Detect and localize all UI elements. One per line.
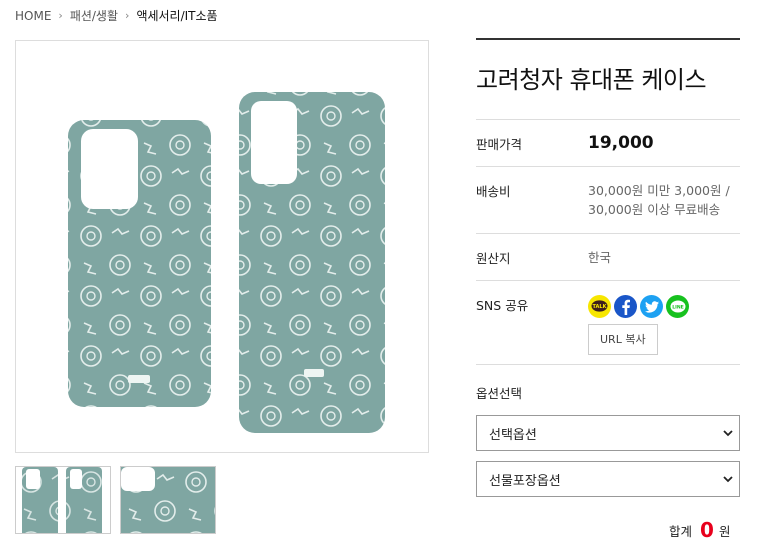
breadcrumb-separator: ›	[58, 9, 63, 22]
gift-wrap-select-value: 선물포장옵션	[489, 473, 561, 489]
option-section-title: 옵션선택	[476, 386, 523, 401]
line-icon-text: LINE	[672, 304, 684, 310]
breadcrumb-home[interactable]: HOME	[15, 9, 51, 23]
shipping-value: 30,000원 미만 3,000원 / 30,000원 이상 무료배송	[588, 181, 740, 233]
product-info-panel: 고려청자 휴대폰 케이스 판매가격 19,000 배송비 30,000원 미만 …	[476, 38, 740, 497]
product-title: 고려청자 휴대폰 케이스	[476, 40, 740, 120]
gift-wrap-select[interactable]: 선물포장옵션	[476, 461, 740, 497]
thumbnail-1[interactable]	[15, 466, 111, 534]
shipping-line-1: 30,000원 미만 3,000원 /	[588, 183, 730, 198]
origin-label: 원산지	[476, 250, 511, 266]
sns-share: TALK LINE URL 복사	[588, 295, 740, 364]
chevron-down-icon	[723, 426, 733, 440]
origin-value: 한국	[588, 249, 612, 265]
option-select-value: 선택옵션	[489, 427, 537, 443]
price-value: 19,000	[588, 132, 654, 153]
sns-icon-group: TALK LINE	[588, 295, 740, 318]
total-label: 합계	[669, 523, 693, 539]
shipping-row: 배송비 30,000원 미만 3,000원 / 30,000원 이상 무료배송	[476, 167, 740, 234]
shipping-label: 배송비	[476, 184, 511, 199]
kakaotalk-icon[interactable]: TALK	[588, 295, 611, 318]
breadcrumb-subcategory[interactable]: 액세서리/IT소품	[136, 7, 217, 24]
total-unit: 원	[718, 523, 731, 539]
breadcrumb-category[interactable]: 패션/생활	[70, 7, 118, 24]
origin-row: 원산지 한국	[476, 234, 740, 281]
twitter-icon[interactable]	[640, 295, 663, 318]
product-main-image	[15, 40, 429, 453]
facebook-icon[interactable]	[614, 295, 637, 318]
chevron-down-icon	[723, 472, 733, 486]
option-select[interactable]: 선택옵션	[476, 415, 740, 451]
line-icon[interactable]: LINE	[666, 295, 689, 318]
shipping-line-2: 30,000원 이상 무료배송	[588, 202, 721, 217]
thumbnail-2[interactable]	[120, 466, 216, 534]
price-label: 판매가격	[476, 136, 523, 152]
breadcrumb-separator: ›	[125, 9, 130, 22]
price-row: 판매가격 19,000	[476, 120, 740, 167]
sns-label: SNS 공유	[476, 298, 529, 313]
kakaotalk-icon-text: TALK	[593, 304, 608, 310]
breadcrumb: HOME › 패션/생활 › 액세서리/IT소품	[15, 7, 218, 24]
total-amount: 0	[700, 518, 714, 542]
url-copy-button[interactable]: URL 복사	[588, 324, 658, 355]
total-price: 합계 0 원	[669, 518, 730, 542]
sns-row: SNS 공유 TALK LINE URL 복사	[476, 281, 740, 365]
